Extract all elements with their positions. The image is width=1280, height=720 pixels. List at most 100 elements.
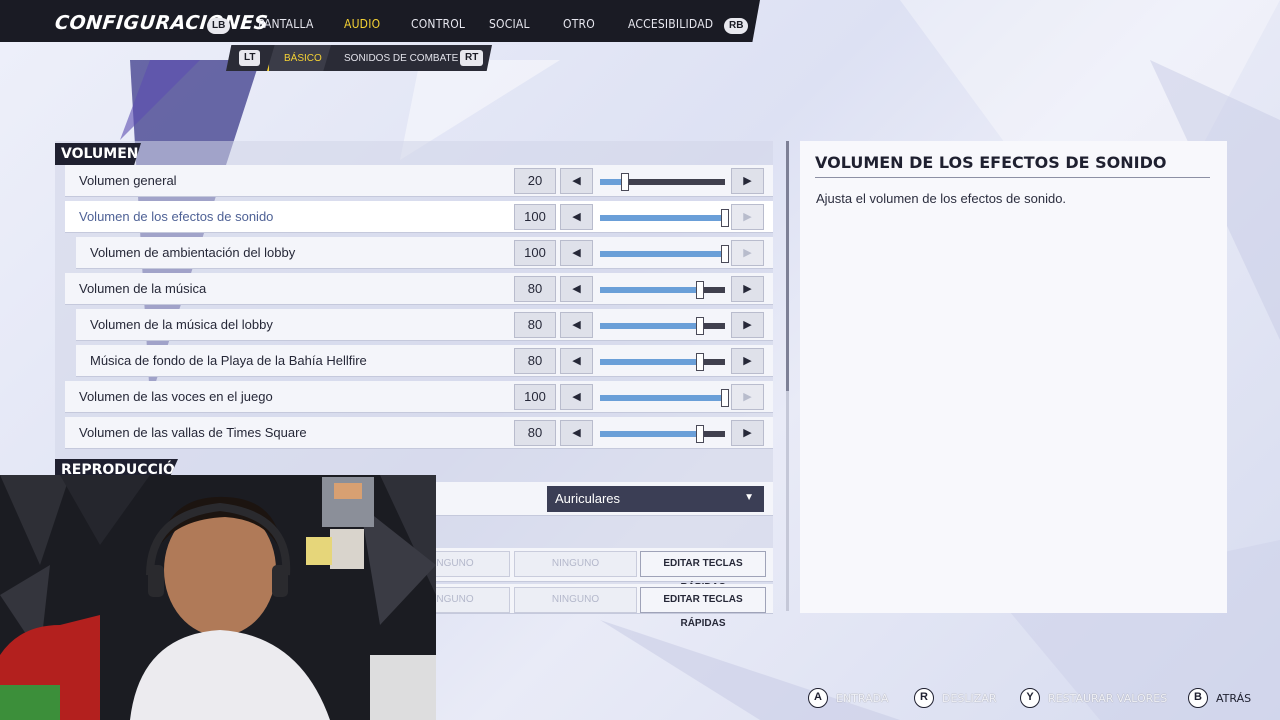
volume-row-label: Volumen de ambientación del lobby xyxy=(90,245,296,260)
lt-button[interactable]: LT xyxy=(239,50,261,66)
rb-button[interactable]: RB xyxy=(724,18,749,34)
volume-row[interactable]: Volumen de los efectos de sonido 100 ◀ ▶ xyxy=(65,201,773,233)
increase-arrow-icon[interactable]: ▶ xyxy=(731,420,764,446)
volume-row[interactable]: Volumen de las vallas de Times Square 80 ◀… xyxy=(65,417,773,449)
volume-value-box[interactable]: 80 xyxy=(514,420,556,446)
decrease-arrow-icon[interactable]: ◀ xyxy=(560,384,593,410)
volume-value-box[interactable]: 80 xyxy=(514,348,556,374)
volume-slider[interactable] xyxy=(600,209,729,227)
tab-audio[interactable]: AUDIO xyxy=(344,17,380,31)
volume-slider-thumb[interactable] xyxy=(696,317,704,335)
volume-slider-fill xyxy=(600,287,700,293)
settings-scrollbar-thumb[interactable] xyxy=(786,141,789,391)
volume-row[interactable]: Música de fondo de la Playa de la Bahía … xyxy=(76,345,773,377)
tab-otro[interactable]: OTRO xyxy=(563,17,595,31)
increase-arrow-icon[interactable]: ▶ xyxy=(731,204,764,230)
volume-slider-thumb[interactable] xyxy=(696,353,704,371)
lb-button[interactable]: LB xyxy=(207,18,231,34)
decrease-arrow-icon[interactable]: ◀ xyxy=(560,312,593,338)
volume-slider[interactable] xyxy=(600,353,725,371)
volume-row-label: Volumen general xyxy=(79,173,177,188)
volume-row[interactable]: Volumen de la música 80 ◀ ▶ xyxy=(65,273,773,305)
volume-slider-fill xyxy=(600,215,725,221)
volume-slider-thumb[interactable] xyxy=(696,281,704,299)
rt-button[interactable]: RT xyxy=(460,50,484,66)
volume-slider-fill xyxy=(600,359,700,365)
volume-slider[interactable] xyxy=(600,389,729,407)
volume-slider-fill xyxy=(600,431,700,437)
a-button-icon: A xyxy=(808,688,828,708)
y-button-icon: Y xyxy=(1020,688,1040,708)
tab-pantalla[interactable]: PANTALLA xyxy=(258,17,314,31)
decrease-arrow-icon[interactable]: ◀ xyxy=(560,348,593,374)
volume-value-box[interactable]: 100 xyxy=(514,204,556,230)
volume-value-box[interactable]: 20 xyxy=(514,168,556,194)
edit-hotkeys-button-2[interactable]: EDITAR TECLAS RÁPIDAS xyxy=(640,587,766,629)
increase-arrow-icon[interactable]: ▶ xyxy=(731,240,764,266)
decrease-arrow-icon[interactable]: ◀ xyxy=(560,168,593,194)
page-title: CONFIGURACIONES xyxy=(53,12,270,34)
b-button-icon: B xyxy=(1188,688,1208,708)
volume-slider[interactable] xyxy=(600,245,729,263)
hint-deslizar[interactable]: R DESLIZAR xyxy=(914,688,996,708)
volume-slider-fill xyxy=(600,251,725,257)
hint-atras-label: ATRÁS xyxy=(1216,691,1252,705)
volume-value-box[interactable]: 100 xyxy=(514,384,556,410)
volume-slider-thumb[interactable] xyxy=(721,245,729,263)
volume-slider[interactable] xyxy=(600,425,725,443)
increase-arrow-icon[interactable]: ▶ xyxy=(731,348,764,374)
volume-value-box[interactable]: 80 xyxy=(514,312,556,338)
volume-row[interactable]: Volumen de las voces en el juego 100 ◀ ▶ xyxy=(65,381,773,413)
increase-arrow-icon[interactable]: ▶ xyxy=(731,168,764,194)
volume-slider[interactable] xyxy=(600,281,725,299)
hotkey-slot-1b[interactable]: NINGUNO xyxy=(514,551,637,577)
volume-row[interactable]: Volumen de ambientación del lobby 100 ◀ ▶ xyxy=(76,237,773,269)
volume-row-label: Volumen de la música del lobby xyxy=(90,317,273,332)
volume-row[interactable]: Volumen general 20 ◀ ▶ xyxy=(65,165,773,197)
increase-arrow-icon[interactable]: ▶ xyxy=(731,384,764,410)
output-device-value: Auriculares xyxy=(555,491,621,506)
volume-row[interactable]: Volumen de la música del lobby 80 ◀ ▶ xyxy=(76,309,773,341)
description-panel: VOLUMEN DE LOS EFECTOS DE SONIDO Ajusta … xyxy=(800,141,1227,613)
sub-nav-bar: LT BÁSICO SONIDOS DE COMBATE RT xyxy=(226,45,492,71)
volume-slider-thumb[interactable] xyxy=(621,173,629,191)
decrease-arrow-icon[interactable]: ◀ xyxy=(560,204,593,230)
tab-accesibilidad[interactable]: ACCESIBILIDAD xyxy=(628,17,713,31)
chevron-down-icon: ▼ xyxy=(744,492,754,503)
volume-row-label: Volumen de los efectos de sonido xyxy=(79,209,274,224)
webcam-overlay xyxy=(0,475,436,720)
hint-deslizar-label: DESLIZAR xyxy=(942,691,997,705)
increase-arrow-icon[interactable]: ▶ xyxy=(731,312,764,338)
tab-social[interactable]: SOCIAL xyxy=(489,17,530,31)
volume-slider-thumb[interactable] xyxy=(696,425,704,443)
decrease-arrow-icon[interactable]: ◀ xyxy=(560,276,593,302)
increase-arrow-icon[interactable]: ▶ xyxy=(731,276,764,302)
description-title: VOLUMEN DE LOS EFECTOS DE SONIDO xyxy=(815,153,1167,172)
output-device-dropdown[interactable]: Auriculares ▼ xyxy=(547,486,764,512)
volume-value-box[interactable]: 80 xyxy=(514,276,556,302)
volume-slider-thumb[interactable] xyxy=(721,209,729,227)
hint-atras[interactable]: B ATRÁS xyxy=(1188,688,1251,708)
hint-entrada[interactable]: A ENTRADA xyxy=(808,688,888,708)
volume-slider-fill xyxy=(600,395,725,401)
description-divider xyxy=(815,177,1210,178)
description-text: Ajusta el volumen de los efectos de soni… xyxy=(816,191,1067,206)
hint-restaurar[interactable]: Y RESTAURAR VALORES xyxy=(1020,688,1167,708)
decrease-arrow-icon[interactable]: ◀ xyxy=(560,240,593,266)
hint-entrada-label: ENTRADA xyxy=(836,691,889,705)
volume-slider-thumb[interactable] xyxy=(721,389,729,407)
edit-hotkeys-button-1[interactable]: EDITAR TECLAS RÁPIDAS xyxy=(640,551,766,593)
subtab-sonidos-de-combate[interactable]: SONIDOS DE COMBATE xyxy=(344,53,458,64)
r-stick-icon: R xyxy=(914,688,934,708)
volume-row-label: Música de fondo de la Playa de la Bahía … xyxy=(90,353,367,368)
top-nav-bar: CONFIGURACIONES LB PANTALLA AUDIO CONTRO… xyxy=(0,0,760,42)
hint-restaurar-label: RESTAURAR VALORES xyxy=(1048,691,1168,705)
volume-slider[interactable] xyxy=(600,317,725,335)
volume-row-label: Volumen de las voces en el juego xyxy=(79,389,273,404)
subtab-basico[interactable]: BÁSICO xyxy=(284,53,322,64)
volume-value-box[interactable]: 100 xyxy=(514,240,556,266)
tab-control[interactable]: CONTROL xyxy=(411,17,465,31)
hotkey-slot-2b[interactable]: NINGUNO xyxy=(514,587,637,613)
decrease-arrow-icon[interactable]: ◀ xyxy=(560,420,593,446)
volume-slider[interactable] xyxy=(600,173,725,191)
